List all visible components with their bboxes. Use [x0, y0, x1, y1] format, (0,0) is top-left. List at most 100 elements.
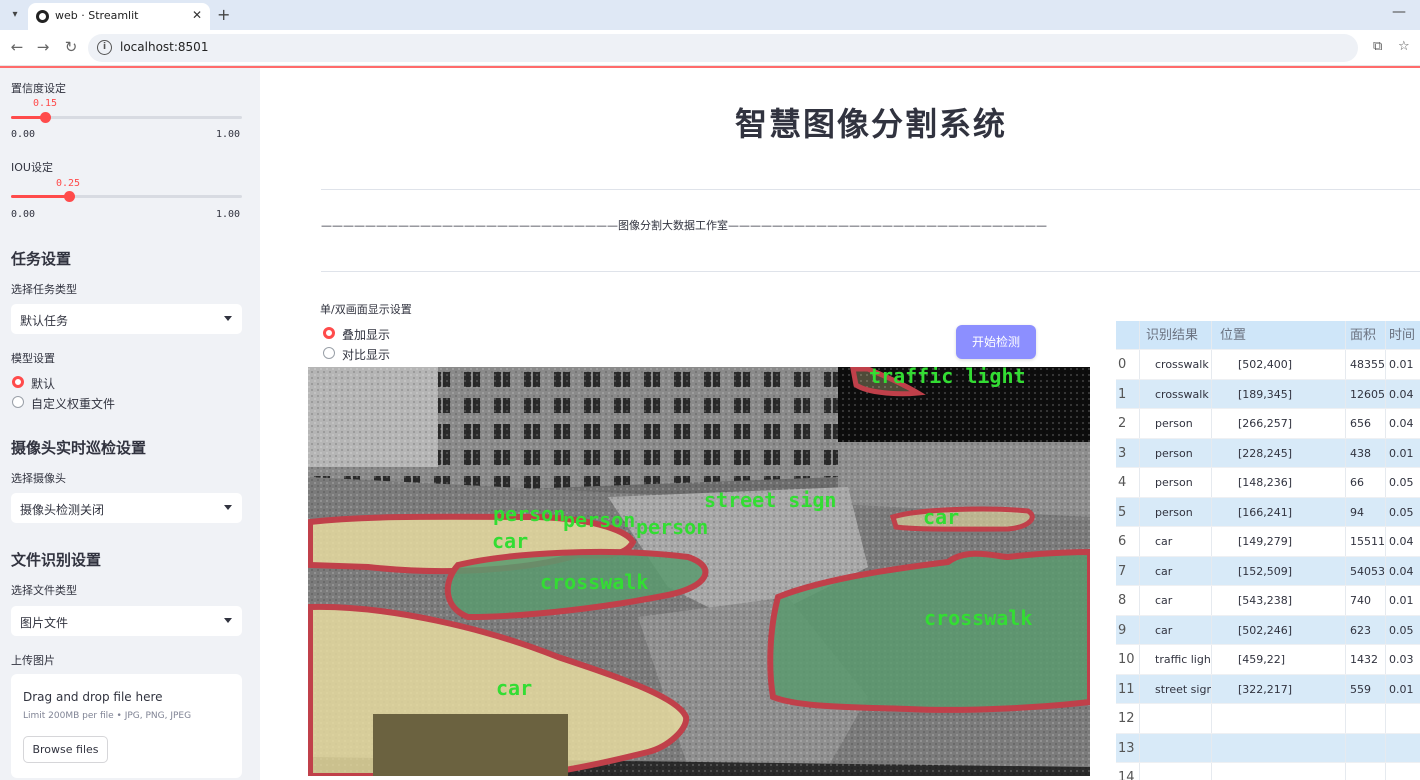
mask-label-person: person: [636, 515, 708, 539]
iou-slider[interactable]: [11, 191, 242, 202]
new-tab-icon[interactable]: +: [217, 5, 230, 24]
upload-label: 上传图片: [11, 654, 55, 667]
column-header-result[interactable]: 识别结果: [1146, 321, 1212, 349]
table-row[interactable]: 13: [1116, 733, 1420, 763]
table-row[interactable]: 8 car [543,238] 740 0.01: [1116, 586, 1420, 616]
task-select[interactable]: 默认任务: [11, 304, 242, 334]
table-row[interactable]: 3 person [228,245] 438 0.01: [1116, 438, 1420, 468]
browser-tab[interactable]: web · Streamlit ✕: [28, 3, 210, 30]
browser-tabstrip: ▾ web · Streamlit ✕ + —: [0, 0, 1420, 30]
table-cell-area: 559: [1350, 674, 1386, 703]
table-cell-pos: [148,236]: [1220, 468, 1346, 497]
back-icon[interactable]: ←: [8, 38, 26, 56]
table-cell-pos: [166,241]: [1220, 497, 1346, 526]
iou-slider-thumb[interactable]: [64, 191, 75, 202]
iou-value: 0.25: [56, 178, 81, 189]
table-cell-pos: [152,509]: [1220, 556, 1346, 585]
chevron-down-icon: [224, 505, 232, 510]
divider: [321, 271, 1420, 272]
table-cell-pos: [502,246]: [1220, 615, 1346, 644]
file-dropzone[interactable]: Drag and drop file here Limit 200MB per …: [11, 674, 242, 778]
radio-unselected-icon: [323, 347, 335, 359]
camera-select-label: 选择摄像头: [11, 472, 66, 485]
table-row[interactable]: 9 car [502,246] 623 0.05: [1116, 615, 1420, 645]
iou-label: IOU设定: [11, 161, 53, 174]
table-row[interactable]: 10 traffic light [459,22] 1432 0.03: [1116, 645, 1420, 675]
dropzone-limit: Limit 200MB per file • JPG, PNG, JPEG: [23, 711, 192, 721]
segmentation-result-image: traffic light street sign person person …: [308, 367, 1090, 776]
table-cell-time: 0.03: [1389, 653, 1414, 666]
url-text[interactable]: localhost:8501: [120, 40, 208, 54]
mask-label-car: car: [496, 676, 532, 700]
browser-toolbar: ← → ↻ i localhost:8501 ⧉ ☆: [0, 30, 1420, 66]
main-content: 智慧图像分割系统 ———————————————————————————图像分割…: [260, 68, 1420, 780]
confidence-value: 0.15: [33, 98, 58, 109]
table-cell-pos: [543,238]: [1220, 586, 1346, 615]
window-minimize-icon[interactable]: —: [1392, 4, 1406, 20]
table-cell-area: 15511: [1350, 527, 1386, 556]
forward-icon[interactable]: →: [34, 38, 52, 56]
confidence-min: 0.00: [11, 129, 36, 140]
tab-close-icon[interactable]: ✕: [192, 8, 202, 22]
table-cell-time: 0.05: [1389, 476, 1414, 489]
table-cell-area: 438: [1350, 438, 1386, 467]
bookmark-star-icon[interactable]: ☆: [1398, 39, 1410, 54]
confidence-label: 置信度设定: [11, 82, 66, 95]
table-row[interactable]: 0 crosswalk [502,400] 48355 0.01: [1116, 350, 1420, 380]
mask-label-car: car: [492, 529, 528, 553]
table-row[interactable]: 6 car [149,279] 15511 0.04: [1116, 527, 1420, 557]
confidence-max: 1.00: [216, 129, 241, 140]
table-cell-time: 0.05: [1389, 623, 1414, 637]
translate-icon[interactable]: ⧉: [1373, 39, 1382, 54]
address-bar[interactable]: i localhost:8501: [88, 34, 1358, 62]
results-table[interactable]: 识别结果 位置 面积 时间 0 crosswalk [502,400] 48355 0.…: [1116, 321, 1420, 780]
table-row[interactable]: 4 person [148,236] 66 0.05: [1116, 468, 1420, 498]
table-cell-idx: 7: [1116, 556, 1140, 585]
dropzone-title: Drag and drop file here: [23, 690, 163, 704]
display-mode-option: 叠加显示: [342, 328, 391, 342]
radio-selected-icon: [12, 376, 24, 388]
table-row[interactable]: 2 person [266,257] 656 0.04: [1116, 409, 1420, 439]
camera-select[interactable]: 摄像头检测关闭: [11, 493, 242, 523]
column-header-time[interactable]: 时间: [1389, 321, 1420, 349]
browse-files-button[interactable]: Browse files: [23, 736, 108, 763]
table-cell-area: [1350, 763, 1386, 780]
reload-icon[interactable]: ↻: [62, 38, 80, 56]
segmentation-canvas: traffic light street sign person person …: [308, 367, 1090, 776]
streamlit-favicon-icon: [36, 10, 49, 23]
table-cell-result: person: [1146, 438, 1212, 467]
page-title: 智慧图像分割系统: [735, 105, 1008, 143]
table-cell-pos: [228,245]: [1220, 438, 1346, 467]
table-cell-result: [1146, 763, 1212, 780]
model-option-label: 自定义权重文件: [31, 397, 116, 411]
column-header-position[interactable]: 位置: [1220, 321, 1346, 349]
table-row[interactable]: 12: [1116, 704, 1420, 734]
table-row[interactable]: 11 street sign [322,217] 559 0.01: [1116, 674, 1420, 704]
table-cell-result: car: [1146, 556, 1212, 585]
chevron-down-icon: [224, 316, 232, 321]
table-row[interactable]: 14: [1116, 763, 1420, 780]
table-cell-result: traffic light: [1146, 645, 1212, 674]
site-info-icon[interactable]: i: [97, 40, 112, 55]
sidebar: 置信度设定 0.15 0.00 1.00 IOU设定 0.25 0.00 1.0…: [0, 68, 260, 780]
tab-search-icon[interactable]: ▾: [6, 6, 24, 24]
table-cell-idx: 14: [1116, 763, 1140, 780]
column-header-area[interactable]: 面积: [1350, 321, 1386, 349]
radio-selected-icon: [323, 327, 335, 339]
table-cell-pos: [1220, 763, 1346, 780]
confidence-slider-thumb[interactable]: [40, 112, 51, 123]
iou-slider-fill: [11, 195, 69, 198]
table-cell-area: [1350, 733, 1386, 762]
table-row[interactable]: 1 crosswalk [189,345] 12605 0.04: [1116, 379, 1420, 409]
table-row[interactable]: 7 car [152,509] 54053 0.04: [1116, 556, 1420, 586]
table-cell-area: 740: [1350, 586, 1386, 615]
table-cell-area: 48355: [1350, 350, 1386, 379]
table-cell-time: 0.01: [1389, 358, 1414, 371]
model-label: 模型设置: [11, 352, 55, 365]
task-heading: 任务设置: [11, 250, 72, 268]
confidence-slider[interactable]: [11, 112, 242, 123]
table-row[interactable]: 5 person [166,241] 94 0.05: [1116, 497, 1420, 527]
file-type-select[interactable]: 图片文件: [11, 606, 242, 636]
table-cell-idx: 9: [1116, 615, 1140, 644]
start-detection-button[interactable]: 开始检测: [956, 325, 1036, 359]
